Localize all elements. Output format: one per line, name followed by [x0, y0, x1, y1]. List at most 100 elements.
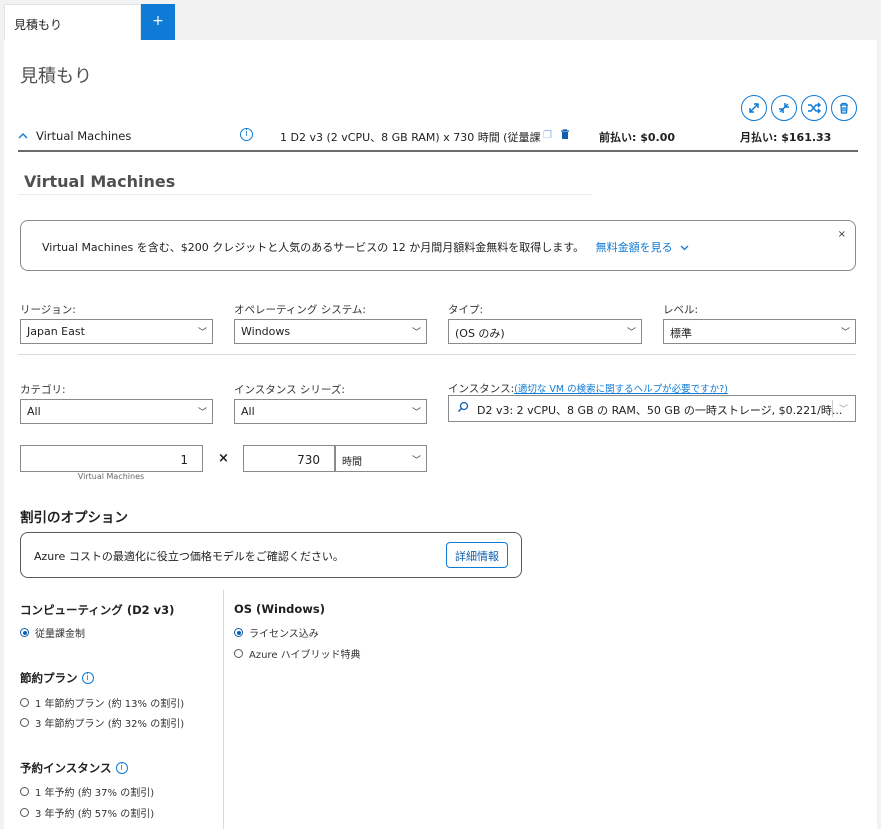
radio-hybrid-benefit[interactable]: Azure ハイブリッド特典 [234, 646, 360, 661]
column-divider [223, 590, 224, 829]
hours-input[interactable]: 730 [243, 445, 335, 472]
copy-icon[interactable]: ❐ [543, 130, 552, 141]
delete-all-button[interactable] [831, 95, 857, 121]
type-value: (OS のみ) [455, 327, 505, 340]
promo-text: Virtual Machines を含む、$200 クレジットと人気のあるサービ… [42, 241, 585, 254]
savings-plan-heading: 節約プラン i [20, 670, 94, 686]
chevron-down-icon[interactable]: ﹀ [839, 402, 848, 415]
expand-all-button[interactable] [741, 95, 767, 121]
tab-label: 見積もり [14, 18, 63, 32]
category-label: カテゴリ: [20, 384, 66, 396]
hours-unit-select[interactable]: 時間 ﹀ [335, 445, 427, 472]
reserved-3yr-label: 3 年予約 (約 57% の割引) [35, 809, 155, 820]
level-value: 標準 [670, 327, 692, 340]
radio-payg[interactable]: 従量課金制 [20, 625, 85, 640]
instance-label-text: インスタンス: [448, 383, 515, 395]
compute-heading: コンピューティング (D2 v3) [20, 602, 174, 618]
tab-bar: 見積もり + [0, 0, 881, 40]
radio-selected-icon[interactable] [20, 628, 29, 637]
level-select[interactable]: 標準 ﹀ [663, 319, 856, 344]
instance-value: D2 v3: 2 vCPU、8 GB の RAM、50 GB の一時ストレージ,… [477, 404, 843, 417]
radio-selected-icon[interactable] [234, 628, 243, 637]
tab-estimate[interactable]: 見積もり [4, 4, 141, 40]
compute-heading-text: コンピューティング (D2 v3) [20, 603, 175, 617]
free-amount-link[interactable]: 無料金額を見る [596, 241, 690, 254]
radio-savings-1yr[interactable]: 1 年節約プラン (約 13% の割引) [20, 695, 184, 710]
promo-banner: Virtual Machines を含む、$200 クレジットと人気のあるサービ… [20, 220, 856, 271]
chevron-down-icon: ﹀ [411, 408, 421, 418]
os-label: オペレーティング システム: [234, 304, 366, 316]
info-icon[interactable]: i [115, 762, 128, 774]
hours-unit-value: 時間 [342, 457, 362, 468]
vm-help-link[interactable]: (適切な VM の検索に関するヘルプが必要ですか?) [514, 384, 728, 395]
level-label: レベル: [663, 304, 699, 316]
type-select[interactable]: (OS のみ) ﹀ [448, 319, 642, 344]
category-value: All [27, 405, 41, 418]
savings-heading-text: 節約プラン [20, 671, 78, 685]
multiply-sign: × [218, 451, 229, 466]
section-name-input[interactable]: Virtual Machines [18, 168, 592, 195]
monthly-cost: 月払い: $161.33 [740, 131, 832, 144]
pricing-model-info: Azure コストの最適化に役立つ価格モデルをご確認ください。 詳細情報 [20, 532, 522, 578]
page-title: 見積もり [20, 66, 92, 87]
os-options-heading: OS (Windows) [234, 602, 325, 616]
upfront-cost: 前払い: $0.00 [599, 131, 676, 144]
chevron-down-icon: ﹀ [411, 456, 421, 466]
region-select[interactable]: Japan East ﹀ [20, 319, 213, 344]
info-icon[interactable]: i [81, 672, 94, 684]
estimate-panel [4, 40, 877, 829]
service-name: Virtual Machines [36, 129, 132, 143]
radio-reserved-1yr[interactable]: 1 年予約 (約 37% の割引) [20, 784, 154, 799]
radio-icon[interactable] [20, 787, 29, 796]
radio-icon[interactable] [20, 698, 29, 707]
savings-1yr-label: 1 年節約プラン (約 13% の割引) [35, 699, 185, 710]
hybrid-label: Azure ハイブリッド特典 [249, 650, 361, 661]
search-icon [457, 401, 469, 416]
os-options-heading-text: OS (Windows) [234, 602, 325, 616]
radio-reserved-3yr[interactable]: 3 年予約 (約 57% の割引) [20, 805, 154, 820]
series-value: All [241, 405, 255, 418]
chevron-up-icon[interactable] [18, 130, 28, 143]
type-label: タイプ: [448, 304, 484, 316]
series-label: インスタンス シリーズ: [234, 384, 345, 396]
radio-savings-3yr[interactable]: 3 年節約プラン (約 32% の割引) [20, 715, 184, 730]
license-label: ライセンス込み [249, 629, 319, 640]
radio-icon[interactable] [20, 808, 29, 817]
instance-combobox[interactable]: D2 v3: 2 vCPU、8 GB の RAM、50 GB の一時ストレージ,… [448, 395, 856, 422]
close-icon[interactable]: × [838, 229, 846, 240]
vm-count-input[interactable]: 1 [20, 445, 203, 472]
os-value: Windows [241, 325, 291, 338]
region-value: Japan East [27, 325, 85, 338]
chevron-down-icon: ﹀ [626, 328, 636, 338]
payg-label: 従量課金制 [35, 629, 85, 640]
service-summary-row[interactable]: Virtual Machines i 1 D2 v3 (2 vCPU、8 GB … [18, 125, 858, 152]
collapse-icon [779, 103, 789, 113]
service-description: 1 D2 v3 (2 vCPU、8 GB RAM) x 730 時間 (従量課.… [280, 131, 540, 144]
discount-heading: 割引のオプション [20, 510, 128, 526]
category-select[interactable]: All ﹀ [20, 399, 213, 424]
divider [18, 354, 856, 355]
info-icon[interactable]: i [240, 128, 253, 141]
separator [832, 400, 833, 417]
radio-icon[interactable] [20, 718, 29, 727]
region-label: リージョン: [20, 304, 76, 316]
chevron-down-icon: ﹀ [411, 328, 421, 338]
reserved-heading: 予約インスタンス i [20, 760, 128, 776]
radio-icon[interactable] [234, 649, 243, 658]
expand-icon [749, 103, 759, 113]
delete-item-icon[interactable] [560, 129, 570, 143]
os-select[interactable]: Windows ﹀ [234, 319, 427, 344]
instance-label: インスタンス:(適切な VM の検索に関するヘルプが必要ですか?) [448, 381, 728, 396]
shuffle-icon [808, 102, 821, 114]
chevron-down-icon: ﹀ [840, 328, 850, 338]
radio-license-included[interactable]: ライセンス込み [234, 625, 319, 640]
vm-count-label: Virtual Machines [77, 472, 145, 481]
series-select[interactable]: All ﹀ [234, 399, 427, 424]
add-tab-button[interactable]: + [141, 4, 175, 40]
details-button[interactable]: 詳細情報 [446, 542, 508, 568]
shuffle-button[interactable] [801, 95, 827, 121]
collapse-all-button[interactable] [771, 95, 797, 121]
reserved-1yr-label: 1 年予約 (約 37% の割引) [35, 788, 155, 799]
reserved-heading-text: 予約インスタンス [20, 761, 112, 775]
savings-3yr-label: 3 年節約プラン (約 32% の割引) [35, 719, 185, 730]
